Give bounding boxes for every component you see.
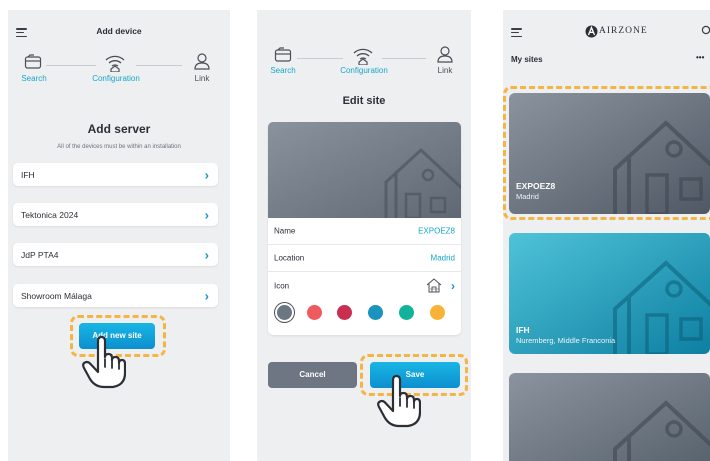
- step-connector: [136, 65, 182, 66]
- more-options-icon[interactable]: •••: [696, 53, 704, 62]
- icon-label: Icon: [274, 281, 290, 290]
- search-step-icon: [274, 47, 292, 62]
- name-label: Name: [274, 226, 296, 236]
- brand-logo: AIRZONE: [585, 23, 648, 39]
- page-title: Edit site: [342, 95, 386, 107]
- site-location: Nuremberg, Middle Franconia: [516, 336, 616, 345]
- search-step-icon: [24, 54, 42, 69]
- step-search: Search: [21, 74, 47, 83]
- name-field[interactable]: Name EXPOEZ8: [268, 218, 461, 245]
- step-connector: [382, 58, 426, 59]
- person-icon: [437, 46, 453, 63]
- site-card[interactable]: EXPOEZ8 Madrid: [509, 93, 710, 214]
- color-option-coral[interactable]: [307, 305, 322, 320]
- server-label: IFH: [21, 169, 35, 180]
- person-icon: [194, 53, 210, 70]
- server-item-jdp[interactable]: JdP PTA4 ›: [13, 243, 218, 266]
- chevron-right-icon: ›: [204, 288, 209, 303]
- server-label: JdP PTA4: [21, 249, 59, 260]
- location-label: Location: [274, 253, 305, 263]
- step-configuration: Configuration: [340, 66, 388, 75]
- server-item-ifh[interactable]: IFH ›: [13, 163, 218, 186]
- step-connector: [46, 65, 96, 66]
- section-title: My sites: [511, 55, 543, 64]
- site-location: Madrid: [516, 192, 539, 201]
- brand-name: AIRZONE: [599, 26, 648, 36]
- color-option-blue[interactable]: [368, 305, 383, 320]
- name-value: EXPOEZ8: [418, 226, 455, 236]
- add-server-screen: Add device Search Configuration Link Add…: [8, 10, 230, 461]
- tap-hand-icon: [82, 335, 126, 389]
- house-icon: [426, 278, 442, 293]
- color-picker: [268, 305, 461, 325]
- cancel-button[interactable]: Cancel: [268, 362, 357, 388]
- page-subtitle: All of the devices must be within an ins…: [57, 144, 181, 150]
- chevron-right-icon: ›: [451, 278, 455, 293]
- location-field[interactable]: Location Madrid: [268, 245, 461, 272]
- my-sites-screen: AIRZONE My sites ••• EXPOEZ8 Madrid IFH …: [503, 10, 710, 461]
- site-card[interactable]: [509, 373, 710, 461]
- header-title: Add device: [96, 26, 142, 36]
- step-link: Link: [194, 74, 210, 83]
- server-label: Showroom Málaga: [21, 290, 92, 301]
- step-configuration: Configuration: [92, 74, 140, 83]
- site-image: [268, 122, 461, 218]
- chevron-right-icon: ›: [204, 207, 209, 222]
- menu-icon[interactable]: [511, 28, 522, 38]
- tap-hand-icon: [377, 374, 421, 428]
- page-title: Add server: [87, 122, 151, 136]
- edit-site-screen: Search Configuration Link Edit site Name…: [257, 10, 471, 461]
- chevron-right-icon: ›: [204, 167, 209, 182]
- step-search: Search: [270, 66, 296, 75]
- search-icon[interactable]: [701, 25, 710, 35]
- step-connector: [297, 58, 343, 59]
- color-option-yellow[interactable]: [430, 305, 445, 320]
- site-name: IFH: [516, 325, 530, 335]
- color-option-gray[interactable]: [277, 305, 292, 320]
- site-image: [509, 93, 710, 214]
- color-option-green[interactable]: [399, 305, 414, 320]
- icon-field[interactable]: Icon ›: [268, 272, 461, 299]
- chevron-right-icon: ›: [204, 247, 209, 262]
- step-link: Link: [437, 66, 453, 75]
- wifi-home-icon: [105, 55, 125, 72]
- server-label: Tektonica 2024: [21, 209, 79, 220]
- server-item-showroom[interactable]: Showroom Málaga ›: [13, 284, 218, 307]
- location-value: Madrid: [430, 253, 455, 263]
- site-name: EXPOEZ8: [516, 181, 556, 191]
- color-option-crimson[interactable]: [337, 305, 352, 320]
- site-card[interactable]: IFH Nuremberg, Middle Franconia: [509, 233, 710, 354]
- site-image: [509, 373, 710, 461]
- airzone-logo-icon: [585, 25, 598, 37]
- server-item-tektonica[interactable]: Tektonica 2024 ›: [13, 203, 218, 226]
- edit-site-card: Name EXPOEZ8 Location Madrid Icon ›: [268, 122, 461, 335]
- wifi-home-icon: [353, 48, 373, 65]
